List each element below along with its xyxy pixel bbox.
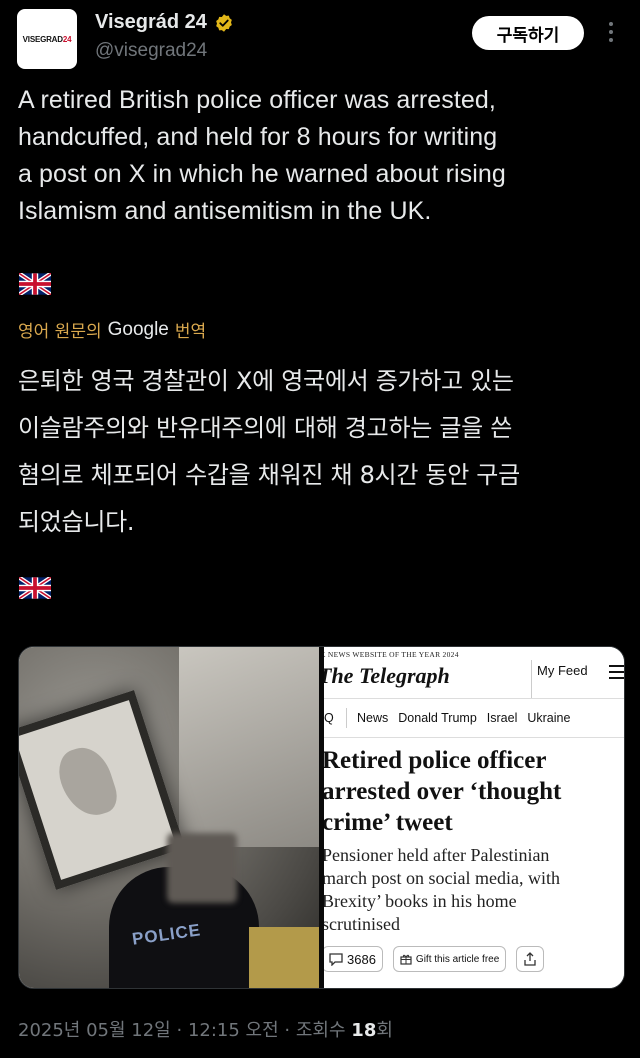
nav-item-news: News xyxy=(357,711,389,725)
nav-item-ukraine: Ukraine xyxy=(527,711,571,725)
wall-picture xyxy=(19,690,186,890)
tweet-text: A retired British police officer was arr… xyxy=(18,86,506,225)
gift-label: Gift this article free xyxy=(415,953,500,965)
meta-separator: · xyxy=(284,1020,291,1041)
tweet-date: 2025년 05월 12일 xyxy=(18,1020,171,1041)
more-options-icon[interactable] xyxy=(605,20,617,44)
avatar-logo-text: VISEGRAD24 xyxy=(22,34,72,44)
comments-count: 3686 xyxy=(347,951,376,967)
article-nav: Q News Donald Trump Israel Ukraine xyxy=(324,708,580,728)
comments-button: 3686 xyxy=(324,946,383,972)
search-icon: Q xyxy=(324,711,334,725)
google-logo: Google xyxy=(107,318,169,340)
gift-icon xyxy=(400,954,412,965)
ceiling-shape xyxy=(179,647,319,847)
nav-item-israel: Israel xyxy=(486,711,518,725)
tweet-time: 12:15 오전 xyxy=(187,1020,279,1041)
author-name[interactable]: Visegrád 24 xyxy=(95,11,207,34)
author-name-row: Visegrád 24 xyxy=(95,11,234,34)
uk-flag-icon xyxy=(19,273,51,295)
hamburger-menu-icon xyxy=(609,665,624,679)
article-actions: 3686 Gift this article free xyxy=(324,946,545,972)
nav-separator xyxy=(346,708,347,728)
verified-badge-icon xyxy=(216,13,232,32)
box-object xyxy=(249,927,319,988)
uk-flag-icon xyxy=(19,577,51,599)
award-banner: K NEWS WEBSITE OF THE YEAR 2024 xyxy=(324,650,459,659)
article-headline: Retired police officer arrested over ‘th… xyxy=(324,747,562,836)
blurred-face xyxy=(167,833,237,903)
nav-item-donald-trump: Donald Trump xyxy=(398,711,477,725)
masthead-separator xyxy=(531,660,532,698)
share-icon xyxy=(524,952,536,966)
gift-article-button: Gift this article free xyxy=(392,946,507,972)
article-standfirst: Pensioner held after Palestinian march p… xyxy=(324,845,560,934)
translated-text: 은퇴한 영국 경찰관이 X에 영국에서 증가하고 있는 이슬람주의와 반유대주의… xyxy=(18,367,520,536)
translation-suffix: 번역 xyxy=(174,322,207,342)
comment-icon xyxy=(329,952,343,966)
subscribe-button[interactable]: 구독하기 xyxy=(472,16,584,50)
my-feed-link: My Feed xyxy=(537,663,588,678)
meta-separator: · xyxy=(176,1020,183,1041)
translation-attribution[interactable]: 영어 원문의 Google 번역 xyxy=(18,317,207,343)
tweet-meta: 2025년 05월 12일 · 12:15 오전 · 조회수 18회 xyxy=(18,1016,393,1042)
author-handle[interactable]: @visegrad24 xyxy=(95,40,207,62)
views-count[interactable]: 18 xyxy=(351,1020,376,1041)
translation-prefix: 영어 원문의 xyxy=(18,322,102,342)
views-suffix: 회 xyxy=(376,1020,393,1041)
telegraph-masthead: The Telegraph xyxy=(324,663,450,688)
views-label: 조회수 xyxy=(295,1020,346,1041)
nav-divider xyxy=(324,698,624,699)
media-attachment[interactable]: POLICE K NEWS WEBSITE OF THE YEAR 2024 T… xyxy=(18,646,625,989)
article-screenshot[interactable]: K NEWS WEBSITE OF THE YEAR 2024 The Tele… xyxy=(324,647,624,988)
nav-divider xyxy=(324,737,624,738)
author-avatar[interactable]: VISEGRAD24 xyxy=(17,9,77,69)
bodycam-photo[interactable]: POLICE xyxy=(19,647,319,988)
share-button xyxy=(516,946,545,972)
